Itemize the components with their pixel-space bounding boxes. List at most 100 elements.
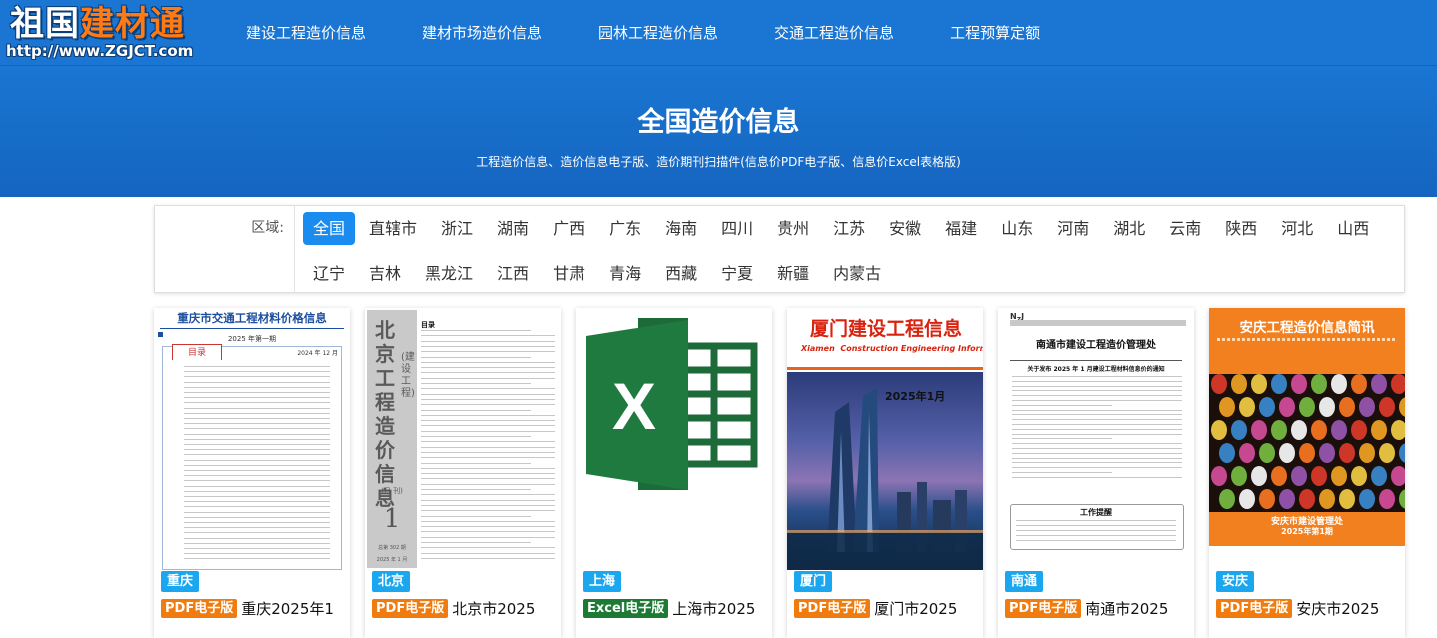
page-subtitle: 工程造价信息、造价信息电子版、造价期刊扫描件(信息价PDF电子版、信息价Exce… [476, 155, 961, 169]
region-chip[interactable]: 福建 [935, 212, 987, 245]
cover-heading: 南通市建设工程造价管理处 [1036, 340, 1156, 351]
cover-en-city: Xiamen [801, 344, 835, 353]
cover-lantern-image [1209, 374, 1405, 512]
cover-heading: 安庆工程造价信息简讯 [1239, 320, 1375, 336]
region-chip[interactable]: 宁夏 [711, 257, 763, 290]
pdf-badge: PDF电子版 [794, 598, 871, 618]
cover-notice-title: 关于发布 2025 年 1 月建设工程材料信息价的通知 [1027, 366, 1165, 373]
city-tag: 安庆 [1216, 571, 1255, 592]
city-tag: 厦门 [794, 571, 833, 592]
document-cover: 安庆工程造价信息简讯 安庆市建设管理处 2025年第1期 [1209, 308, 1405, 570]
card-caption: PDF电子版 北京市2025 [372, 598, 535, 618]
city-tag: 南通 [1005, 571, 1044, 592]
region-chip[interactable]: 甘肃 [543, 257, 595, 290]
cover-en-title: Construction Engineering Information [840, 344, 983, 353]
site-logo[interactable]: 祖国建材通 http://www.ZGJCT.com [6, 4, 216, 62]
cover-date: 2025 年 1 月 [376, 557, 408, 563]
card-caption: PDF电子版 厦门市2025 [794, 598, 957, 618]
page-title: 全国造价信息 [637, 107, 800, 138]
cover-period: (月 刊) [381, 487, 403, 495]
document-card[interactable]: X 上海 Excel电子版 上海市2025 [576, 308, 772, 638]
region-chip[interactable]: 江苏 [823, 212, 875, 245]
cover-heading: 重庆市交通工程材料价格信息 [177, 311, 327, 325]
cover-issue: 2025 年第一期 [227, 335, 277, 343]
region-chip[interactable]: 广西 [543, 212, 595, 245]
pdf-badge: PDF电子版 [372, 598, 449, 618]
document-card[interactable]: 厦门建设工程信息 Xiamen Construction Engineering… [787, 308, 983, 638]
document-card[interactable]: 北京工程造价信息 (建设工程) (月 刊) 1 总第 302 期 2025 年 … [365, 308, 561, 638]
region-chip[interactable]: 安徽 [879, 212, 931, 245]
card-title[interactable]: 厦门市2025 [874, 598, 957, 619]
region-chip[interactable]: 云南 [1159, 212, 1211, 245]
card-caption: PDF电子版 安庆市2025 [1216, 598, 1379, 618]
region-chip[interactable]: 青海 [599, 257, 651, 290]
cover-issue: 2025年第1期 [1281, 527, 1333, 536]
top-navigation-bar: 祖国建材通 http://www.ZGJCT.com 建设工程造价信息 建材市场… [0, 0, 1437, 66]
document-card[interactable]: 重庆市交通工程材料价格信息 2025 年第一期 目录 2024 年 12 月 重… [154, 308, 350, 638]
card-title[interactable]: 安庆市2025 [1296, 598, 1379, 619]
card-caption: PDF电子版 南通市2025 [1005, 598, 1168, 618]
region-chip[interactable]: 陕西 [1215, 212, 1267, 245]
card-title[interactable]: 北京市2025 [452, 598, 535, 619]
region-chip[interactable]: 山西 [1327, 212, 1379, 245]
nav-landscape-price[interactable]: 园林工程造价信息 [570, 0, 746, 66]
cover-spine-title: 北京工程造价信息 [375, 318, 395, 510]
card-caption: Excel电子版 上海市2025 [583, 598, 755, 618]
cover-box-title: 工作提醒 [1080, 508, 1112, 517]
region-chip-list: 全国 直辖市 浙江 湖南 广西 广东 海南 四川 贵州 江苏 安徽 福建 山东 河南 湖北 云南 陕西 河北 山西辽… [301, 210, 1401, 300]
card-title[interactable]: 南通市2025 [1085, 598, 1168, 619]
region-chip[interactable]: 辽宁 [303, 257, 355, 290]
cover-heading: 厦门建设工程信息 [809, 318, 962, 340]
cover-toc-label: 目录 [172, 344, 222, 360]
region-chip[interactable]: 湖南 [487, 212, 539, 245]
region-filter: 区域: 全国 直辖市 浙江 湖南 广西 广东 海南 四川 贵州 江苏 安徽 福建 山东 河南 湖北 云南 陕西河… [154, 205, 1405, 293]
city-tag: 重庆 [161, 571, 200, 592]
region-chip[interactable]: 山东 [991, 212, 1043, 245]
region-chip[interactable]: 四川 [711, 212, 763, 245]
pdf-badge: PDF电子版 [1005, 598, 1082, 618]
card-caption: PDF电子版 重庆2025年1 [161, 598, 334, 618]
excel-badge: Excel电子版 [583, 598, 669, 618]
logo-text: 祖国建材通 [10, 4, 185, 44]
pdf-badge: PDF电子版 [161, 598, 238, 618]
document-cover: 厦门建设工程信息 Xiamen Construction Engineering… [787, 308, 983, 570]
excel-cover: X [576, 308, 772, 570]
region-chip[interactable]: 江西 [487, 257, 539, 290]
nav-construction-price[interactable]: 建设工程造价信息 [218, 0, 394, 66]
logo-url: http://www.ZGJCT.com [6, 42, 194, 60]
cover-issue: 2025年1月 [885, 390, 946, 403]
region-chip[interactable]: 西藏 [655, 257, 707, 290]
document-cover: 北京工程造价信息 (建设工程) (月 刊) 1 总第 302 期 2025 年 … [365, 308, 561, 570]
nav-material-market-price[interactable]: 建材市场造价信息 [394, 0, 570, 66]
cover-subtitle: (建设工程) [401, 352, 415, 399]
region-filter-label: 区域: [155, 206, 295, 292]
city-tag: 北京 [372, 571, 411, 592]
region-chip[interactable]: 河北 [1271, 212, 1323, 245]
region-chip[interactable]: 全国 [303, 212, 356, 245]
region-chip[interactable]: 贵州 [767, 212, 819, 245]
document-card[interactable]: 安庆工程造价信息简讯 安庆市建设管理处 2025年第1期 安庆 PDF电子版 安… [1209, 308, 1405, 638]
cover-date: 2024 年 12 月 [297, 350, 338, 357]
region-chip[interactable]: 直辖市 [359, 212, 427, 245]
region-chip[interactable]: 河南 [1047, 212, 1099, 245]
city-tag: 上海 [583, 571, 622, 592]
document-card[interactable]: NZJ 南通市建设工程造价管理处 关于发布 2025 年 1 月建设工程材料信息… [998, 308, 1194, 638]
card-title[interactable]: 重庆2025年1 [241, 598, 334, 619]
cover-issue-number: 1 [383, 504, 401, 534]
region-chip[interactable]: 浙江 [431, 212, 483, 245]
region-chip[interactable]: 内蒙古 [823, 257, 891, 290]
region-chip[interactable]: 湖北 [1103, 212, 1155, 245]
document-card-grid: 重庆市交通工程材料价格信息 2025 年第一期 目录 2024 年 12 月 重… [154, 308, 1414, 638]
region-chip[interactable]: 海南 [655, 212, 707, 245]
pdf-badge: PDF电子版 [1216, 598, 1293, 618]
cover-toc-label: 目录 [421, 321, 435, 329]
region-chip[interactable]: 黑龙江 [415, 257, 483, 290]
nav-traffic-price[interactable]: 交通工程造价信息 [746, 0, 922, 66]
nav-budget-quota[interactable]: 工程预算定额 [922, 0, 1068, 66]
main-nav: 建设工程造价信息 建材市场造价信息 园林工程造价信息 交通工程造价信息 工程预算… [218, 0, 1068, 66]
region-chip[interactable]: 吉林 [359, 257, 411, 290]
region-chip[interactable]: 新疆 [767, 257, 819, 290]
region-chip[interactable]: 广东 [599, 212, 651, 245]
card-title[interactable]: 上海市2025 [672, 598, 755, 619]
hero-banner: 全国造价信息 工程造价信息、造价信息电子版、造价期刊扫描件(信息价PDF电子版、… [0, 66, 1437, 197]
